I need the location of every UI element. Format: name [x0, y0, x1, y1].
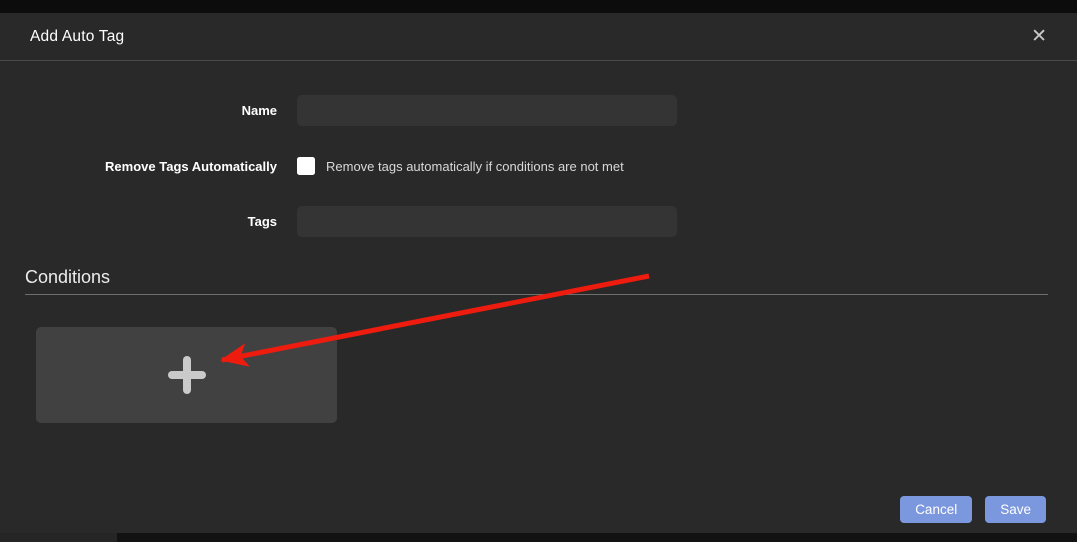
background-top-strip [0, 0, 1077, 13]
plus-icon [168, 356, 206, 394]
remove-tags-control: Remove tags automatically if conditions … [297, 157, 624, 175]
add-condition-button[interactable] [36, 327, 337, 423]
cancel-button[interactable]: Cancel [900, 496, 972, 523]
name-row: Name [0, 95, 1077, 126]
remove-tags-checkbox-text: Remove tags automatically if conditions … [326, 159, 624, 174]
conditions-heading: Conditions [25, 267, 1052, 288]
dialog-header: Add Auto Tag ✕ [0, 13, 1077, 61]
conditions-divider [25, 294, 1048, 295]
save-button[interactable]: Save [985, 496, 1046, 523]
tags-label: Tags [0, 214, 277, 229]
tags-input[interactable] [297, 206, 677, 237]
tags-row: Tags [0, 206, 1077, 237]
close-icon[interactable]: ✕ [1031, 27, 1047, 46]
background-bottom-strip [0, 533, 1077, 542]
add-auto-tag-dialog: Add Auto Tag ✕ Name Remove Tags Automati… [0, 13, 1077, 533]
page: Add Auto Tag ✕ Name Remove Tags Automati… [0, 0, 1077, 542]
remove-tags-label: Remove Tags Automatically [0, 159, 277, 174]
remove-tags-checkbox[interactable] [297, 157, 315, 175]
dialog-form: Name Remove Tags Automatically Remove ta… [0, 61, 1077, 237]
name-input[interactable] [297, 95, 677, 126]
tags-control [297, 206, 677, 237]
dialog-title: Add Auto Tag [30, 28, 124, 46]
background-bottom-left-remnant [0, 533, 117, 542]
name-control [297, 95, 677, 126]
remove-tags-row: Remove Tags Automatically Remove tags au… [0, 156, 1077, 176]
dialog-footer: Cancel Save [900, 496, 1046, 523]
name-label: Name [0, 103, 277, 118]
